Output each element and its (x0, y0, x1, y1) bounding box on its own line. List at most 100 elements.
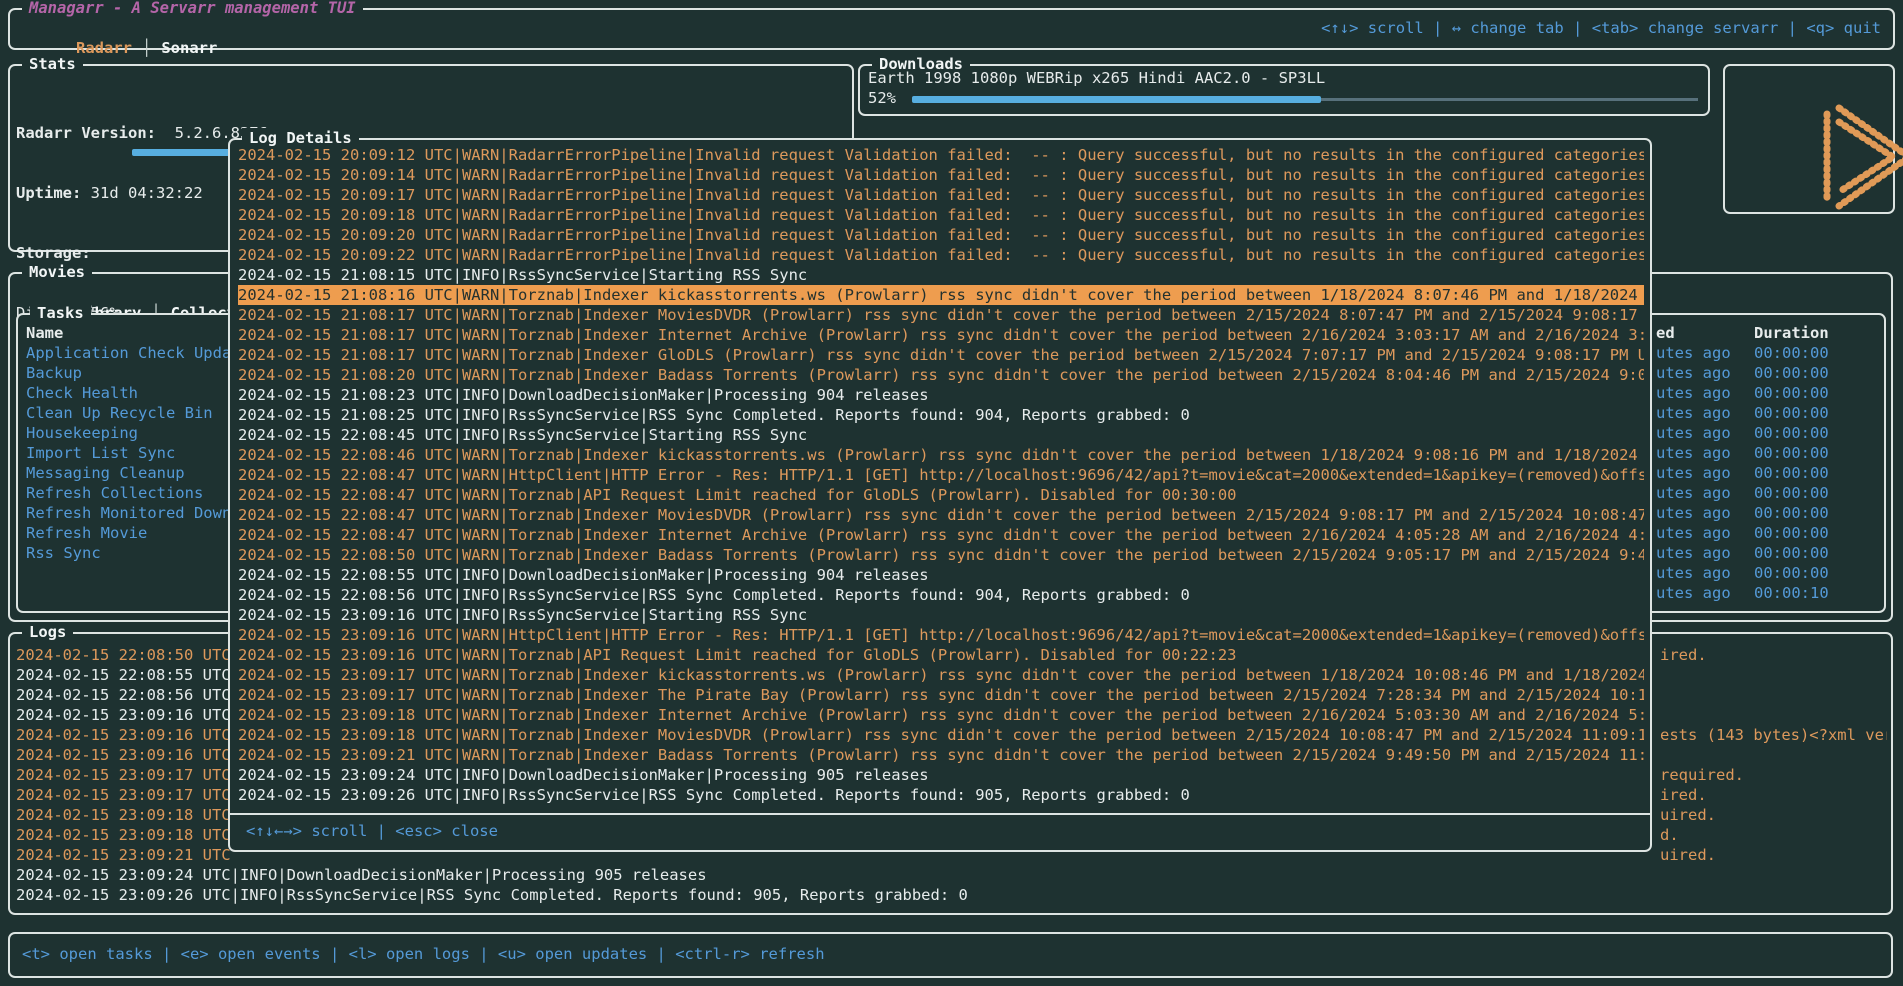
log-details-modal[interactable]: Log Details 2024-02-15 20:09:12 UTC|WARN… (228, 138, 1652, 852)
task-queued-value: utes ago (1656, 464, 1731, 482)
task-duration-value: 00:00:10 (1754, 583, 1829, 603)
task-duration-value: 00:00:00 (1754, 483, 1829, 503)
log-line[interactable]: 2024-02-15 21:08:25 UTC|INFO|RssSyncServ… (238, 405, 1644, 425)
task-queued-value: utes ago (1656, 444, 1731, 462)
task-queued-value: utes ago (1656, 404, 1731, 422)
log-line[interactable]: 2024-02-15 22:08:50 UTC|WARN|Torznab|Ind… (238, 545, 1644, 565)
task-duration-value: 00:00:00 (1754, 383, 1829, 403)
log-line[interactable]: 2024-02-15 23:09:21 UTC|WARN|Torznab|Ind… (238, 745, 1644, 765)
task-duration-value: 00:00:00 (1754, 363, 1829, 383)
task-values-row: utes ago00:00:00 (1656, 543, 1876, 563)
task-queued-value: utes ago (1656, 584, 1731, 602)
task-duration-value: 00:00:00 (1754, 403, 1829, 423)
log-line[interactable]: 2024-02-15 20:09:20 UTC|WARN|RadarrError… (238, 225, 1644, 245)
log-line[interactable]: 2024-02-15 21:08:23 UTC|INFO|DownloadDec… (238, 385, 1644, 405)
log-row-clipped-fragment: d. (1660, 825, 1679, 845)
task-queued-value: utes ago (1656, 524, 1731, 542)
bottom-bar-keybindings: <t> open tasks | <e> open events | <l> o… (22, 944, 825, 964)
log-line[interactable]: 2024-02-15 20:09:17 UTC|WARN|RadarrError… (238, 185, 1644, 205)
log-row-clipped-fragment: ired. (1660, 645, 1707, 665)
download-progress-bar (912, 96, 1321, 103)
header-keybindings: <↑↓> scroll | ↔ change tab | <tab> chang… (1321, 18, 1881, 38)
managarr-app-screen: Managarr - A Servarr management TUI Rada… (0, 0, 1903, 986)
log-row-timestamp: 2024-02-15 23:09:18 UTC (16, 806, 231, 824)
downloads-panel: Downloads Earth 1998 1080p WEBRip x265 H… (858, 64, 1710, 116)
log-line[interactable]: 2024-02-15 22:08:56 UTC|INFO|RssSyncServ… (238, 585, 1644, 605)
task-values-row: utes ago 00:00:00 (1656, 563, 1876, 583)
task-values-row: utes ago00:00:00 (1656, 423, 1876, 443)
download-item: Earth 1998 1080p WEBRip x265 Hindi AAC2.… (868, 68, 1325, 88)
tab-sonarr[interactable]: Sonarr (161, 39, 217, 57)
log-line[interactable]: 2024-02-15 23:09:16 UTC|WARN|HttpClient|… (238, 625, 1644, 645)
log-line[interactable]: 2024-02-15 22:08:55 UTC|INFO|DownloadDec… (238, 565, 1644, 585)
task-duration-value: 00:00:00 (1754, 423, 1829, 443)
log-line[interactable]: 2024-02-15 23:09:18 UTC|WARN|Torznab|Ind… (238, 725, 1644, 745)
task-values-row: utes ago 00:00:00 (1656, 503, 1876, 523)
task-duration-value: 00:00:00 (1754, 563, 1829, 583)
task-duration-value: 00:00:00 (1754, 343, 1829, 363)
log-line[interactable]: 2024-02-15 21:08:15 UTC|INFO|RssSyncServ… (238, 265, 1644, 285)
log-row-timestamp: 2024-02-15 23:09:17 UTC (16, 786, 231, 804)
log-line-selected[interactable]: 2024-02-15 21:08:16 UTC|WARN|Torznab|Ind… (238, 285, 1644, 305)
task-values-row: utes ago00:00:00 (1656, 463, 1876, 483)
log-line[interactable]: 2024-02-15 23:09:16 UTC|WARN|Torznab|API… (238, 645, 1644, 665)
header-panel: Managarr - A Servarr management TUI Rada… (8, 8, 1895, 50)
movies-title: Movies (22, 262, 92, 282)
log-line[interactable]: 2024-02-15 23:09:17 UTC|WARN|Torznab|Ind… (238, 665, 1644, 685)
task-values-row: utes ago 00:00:00 (1656, 483, 1876, 503)
log-line[interactable]: 2024-02-15 20:09:22 UTC|WARN|RadarrError… (238, 245, 1644, 265)
task-queued-value: utes ago (1656, 344, 1731, 362)
task-queued-value: utes ago (1656, 484, 1731, 502)
tasks-queued-header-fragment: ed (1656, 323, 1675, 343)
log-line[interactable]: 2024-02-15 20:09:14 UTC|WARN|RadarrError… (238, 165, 1644, 185)
stats-title: Stats (22, 54, 83, 74)
log-row-timestamp: 2024-02-15 22:08:50 UTC (16, 646, 231, 664)
task-values-list: utes ago00:00:00utes ago00:00:00utes ago… (1656, 343, 1876, 603)
task-values-row: utes ago 00:00:00 (1656, 403, 1876, 423)
logs-title: Logs (22, 622, 73, 642)
modal-footer-keybindings: <↑↓←→> scroll | <esc> close (246, 821, 498, 841)
log-line[interactable]: 2024-02-15 21:08:17 UTC|WARN|Torznab|Ind… (238, 305, 1644, 325)
log-line[interactable]: 2024-02-15 21:08:17 UTC|WARN|Torznab|Ind… (238, 325, 1644, 345)
log-row-timestamp: 2024-02-15 22:08:56 UTC (16, 686, 231, 704)
log-line[interactable]: 2024-02-15 20:09:18 UTC|WARN|RadarrError… (238, 205, 1644, 225)
modal-footer-divider (228, 813, 1652, 815)
task-duration-value: 00:00:00 (1754, 503, 1829, 523)
task-values-row: utes ago 00:00:10 (1656, 583, 1876, 603)
log-line[interactable]: 2024-02-15 21:08:20 UTC|WARN|Torznab|Ind… (238, 365, 1644, 385)
log-line[interactable]: 2024-02-15 22:08:47 UTC|WARN|HttpClient|… (238, 465, 1644, 485)
log-line[interactable]: 2024-02-15 20:09:12 UTC|WARN|RadarrError… (238, 145, 1644, 165)
log-details-list[interactable]: 2024-02-15 20:09:12 UTC|WARN|RadarrError… (238, 145, 1644, 805)
log-line[interactable]: 2024-02-15 23:09:16 UTC|INFO|RssSyncServ… (238, 605, 1644, 625)
log-line[interactable]: 2024-02-15 23:09:17 UTC|WARN|Torznab|Ind… (238, 685, 1644, 705)
task-queued-value: utes ago (1656, 384, 1731, 402)
log-row[interactable]: 2024-02-15 23:09:24 UTC|INFO|DownloadDec… (16, 865, 1887, 885)
task-queued-value: utes ago (1656, 564, 1731, 582)
log-line[interactable]: 2024-02-15 22:08:46 UTC|WARN|Torznab|Ind… (238, 445, 1644, 465)
task-values-row: utes ago 00:00:00 (1656, 443, 1876, 463)
log-line[interactable]: 2024-02-15 22:08:45 UTC|INFO|RssSyncServ… (238, 425, 1644, 445)
log-row-timestamp: 2024-02-15 23:09:16 UTC (16, 746, 231, 764)
log-line[interactable]: 2024-02-15 22:08:47 UTC|WARN|Torznab|Ind… (238, 505, 1644, 525)
tasks-title: Tasks (30, 303, 91, 323)
task-values-row: utes ago 00:00:00 (1656, 363, 1876, 383)
task-values-row: utes ago 00:00:00 (1656, 343, 1876, 363)
task-queued-value: utes ago (1656, 504, 1731, 522)
log-row[interactable]: 2024-02-15 23:09:26 UTC|INFO|RssSyncServ… (16, 885, 1887, 905)
task-duration-value: 00:00:00 (1754, 443, 1829, 463)
log-line[interactable]: 2024-02-15 22:08:47 UTC|WARN|Torznab|API… (238, 485, 1644, 505)
task-duration-value: 00:00:00 (1754, 543, 1829, 563)
bottom-bar: <t> open tasks | <e> open events | <l> o… (8, 932, 1893, 978)
log-row-timestamp: 2024-02-15 22:08:55 UTC (16, 666, 231, 684)
task-queued-value: utes ago (1656, 364, 1731, 382)
managarr-play-logo-icon (1749, 76, 1903, 243)
log-line[interactable]: 2024-02-15 21:08:17 UTC|WARN|Torznab|Ind… (238, 345, 1644, 365)
tab-radarr[interactable]: Radarr (76, 39, 132, 57)
log-line[interactable]: 2024-02-15 22:08:47 UTC|WARN|Torznab|Ind… (238, 525, 1644, 545)
task-duration-value: 00:00:00 (1754, 523, 1829, 543)
log-line[interactable]: 2024-02-15 23:09:18 UTC|WARN|Torznab|Ind… (238, 705, 1644, 725)
log-line[interactable]: 2024-02-15 23:09:26 UTC|INFO|RssSyncServ… (238, 785, 1644, 805)
log-row-timestamp: 2024-02-15 23:09:21 UTC (16, 846, 231, 864)
logo-panel (1723, 64, 1895, 214)
log-line[interactable]: 2024-02-15 23:09:24 UTC|INFO|DownloadDec… (238, 765, 1644, 785)
